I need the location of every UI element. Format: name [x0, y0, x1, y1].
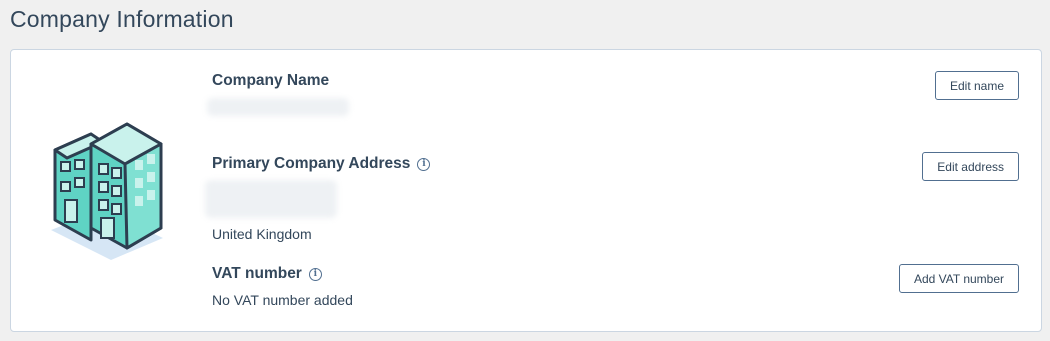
edit-name-button[interactable]: Edit name — [934, 71, 1019, 100]
page-title: Company Information — [10, 6, 234, 32]
address-redacted — [205, 180, 337, 218]
company-info-card: Company Name Edit name Primary Company A… — [10, 49, 1042, 332]
vat-heading: VAT number i — [212, 265, 322, 283]
company-name-title: Company Name — [212, 72, 330, 89]
office-building-icon — [51, 122, 163, 260]
address-country: United Kingdom — [212, 226, 312, 242]
info-icon[interactable]: i — [417, 157, 431, 171]
address-heading: Primary Company Address i — [212, 155, 431, 173]
company-name-heading: Company Name — [212, 72, 329, 90]
address-title: Primary Company Address — [212, 155, 411, 172]
vat-title: VAT number — [212, 265, 302, 282]
vat-value: No VAT number added — [212, 292, 353, 308]
add-vat-number-button[interactable]: Add VAT number — [898, 264, 1019, 293]
info-icon[interactable]: i — [308, 267, 322, 281]
edit-address-button[interactable]: Edit address — [922, 152, 1019, 181]
company-name-redacted — [207, 98, 349, 116]
